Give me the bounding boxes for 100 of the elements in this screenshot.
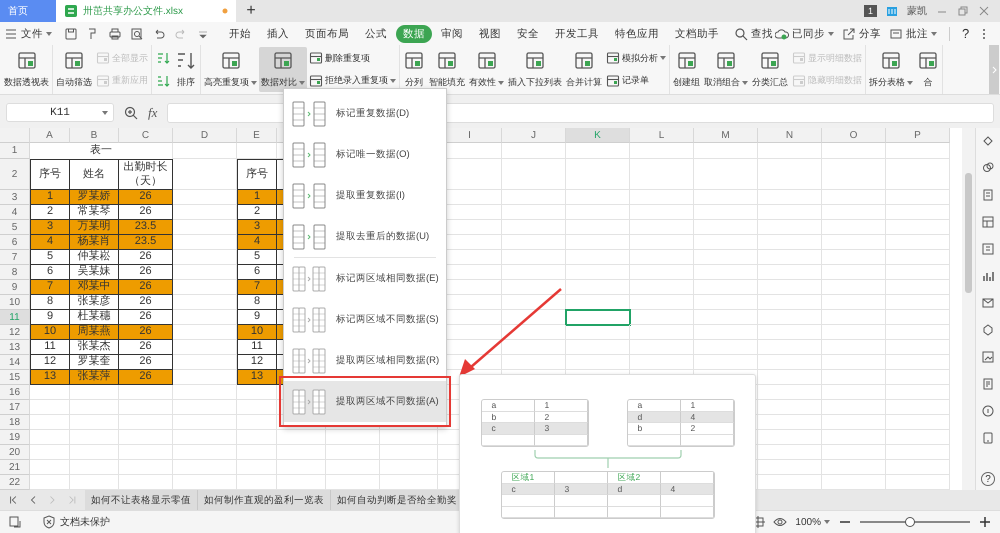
empty-cell[interactable] [886,340,950,355]
empty-cell[interactable] [822,340,886,355]
ribbon-tab[interactable]: 特色应用 [608,24,666,42]
empty-cell[interactable] [694,295,758,310]
empty-cell[interactable] [237,385,277,400]
image-icon[interactable] [981,350,995,364]
empty-cell[interactable] [822,445,886,460]
empty-cell[interactable] [758,159,822,190]
ribbon-tab[interactable]: 开始 [222,24,258,42]
table-icon[interactable] [981,215,995,229]
empty-cell[interactable] [694,159,758,190]
notes-icon[interactable] [981,242,995,256]
empty-cell[interactable] [566,355,630,370]
empty-cell[interactable] [758,143,822,159]
empty-cell[interactable] [502,235,566,250]
empty-cell[interactable] [70,400,119,415]
empty-cell[interactable] [886,445,950,460]
zoom-icon[interactable] [124,106,138,120]
empty-cell[interactable] [886,250,950,265]
row-header[interactable]: 10 [0,295,30,310]
empty-cell[interactable] [822,159,886,190]
empty-cell[interactable] [566,280,630,295]
row-header[interactable]: 15 [0,370,30,385]
row-header[interactable]: 3 [0,190,30,205]
function-label[interactable]: fx [148,104,158,120]
empty-cell[interactable] [694,265,758,280]
empty-cell[interactable] [630,220,694,235]
row-header[interactable]: 2 [0,159,30,190]
menu-item[interactable]: 标记两区域不同数据(S) [284,299,446,340]
empty-cell[interactable] [173,415,237,430]
empty-cell[interactable] [694,340,758,355]
empty-cell[interactable] [70,445,119,460]
row-header[interactable]: 17 [0,400,30,415]
column-header[interactable]: E [237,128,277,143]
empty-cell[interactable] [758,250,822,265]
empty-cell[interactable] [119,460,173,475]
menu-item[interactable]: 标记两区域相同数据(E) [284,258,446,299]
empty-cell[interactable] [173,430,237,445]
column-header[interactable]: D [173,128,237,143]
ribbon-button[interactable]: 合 [915,47,941,92]
plus-icon[interactable] [978,515,992,529]
empty-cell[interactable] [380,460,438,475]
empty-cell[interactable] [822,190,886,205]
empty-cell[interactable] [758,310,822,325]
empty-cell[interactable] [758,265,822,280]
empty-cell[interactable] [758,355,822,370]
next-sheet-icon[interactable] [47,494,58,506]
document-tab[interactable]: 卅茁共享办公文件.xlsx [56,0,236,22]
ribbon-button[interactable]: 数据对比 [259,47,307,92]
empty-cell[interactable] [277,445,326,460]
ribbon-button[interactable]: 插入下拉列表 [506,47,564,92]
print-preview-icon[interactable] [130,26,144,40]
ribbon-button[interactable]: 模拟分析 [604,50,668,66]
empty-cell[interactable] [758,220,822,235]
empty-cell[interactable] [886,295,950,310]
empty-cell[interactable] [566,143,630,159]
list-icon[interactable] [981,377,995,391]
empty-cell[interactable] [758,325,822,340]
protection-status[interactable]: 文档未保护 [60,515,110,529]
empty-cell[interactable] [886,415,950,430]
row-header[interactable]: 16 [0,385,30,400]
print-icon[interactable] [108,26,122,40]
empty-cell[interactable] [758,400,822,415]
empty-cell[interactable] [277,430,326,445]
user-icon[interactable] [886,5,898,17]
empty-cell[interactable] [173,400,237,415]
shield-icon[interactable] [42,515,56,529]
empty-cell[interactable] [822,265,886,280]
empty-cell[interactable] [237,445,277,460]
empty-cell[interactable] [886,235,950,250]
slider-thumb[interactable] [904,517,914,527]
ribbon-button[interactable]: 删除重复项 [307,50,398,66]
empty-cell[interactable] [886,265,950,280]
empty-cell[interactable] [694,205,758,220]
empty-cell[interactable] [758,205,822,220]
column-header[interactable]: O [822,128,886,143]
row-header[interactable]: 4 [0,205,30,220]
empty-cell[interactable] [694,355,758,370]
empty-cell[interactable] [822,280,886,295]
row-header[interactable]: 12 [0,325,30,340]
empty-cell[interactable] [630,235,694,250]
column-header[interactable]: A [30,128,70,143]
ribbon-tab[interactable]: 公式 [358,24,394,42]
row-header[interactable]: 8 [0,265,30,280]
row-header[interactable]: 7 [0,250,30,265]
row-header[interactable]: 18 [0,415,30,430]
ribbon-button[interactable]: 合并计算 [564,47,604,92]
save-icon[interactable] [64,26,78,40]
empty-cell[interactable] [822,400,886,415]
row-header[interactable]: 13 [0,340,30,355]
row-header[interactable]: 22 [0,475,30,490]
sort-button[interactable]: 排序 [173,47,199,92]
empty-cell[interactable] [886,159,950,190]
ribbon-button[interactable]: 记录单 [604,72,668,89]
ribbon-button[interactable]: 自动筛选 [54,47,94,92]
empty-cell[interactable] [566,340,630,355]
empty-cell[interactable] [822,250,886,265]
empty-cell[interactable] [630,280,694,295]
row-header[interactable]: 14 [0,355,30,370]
empty-cell[interactable] [758,280,822,295]
